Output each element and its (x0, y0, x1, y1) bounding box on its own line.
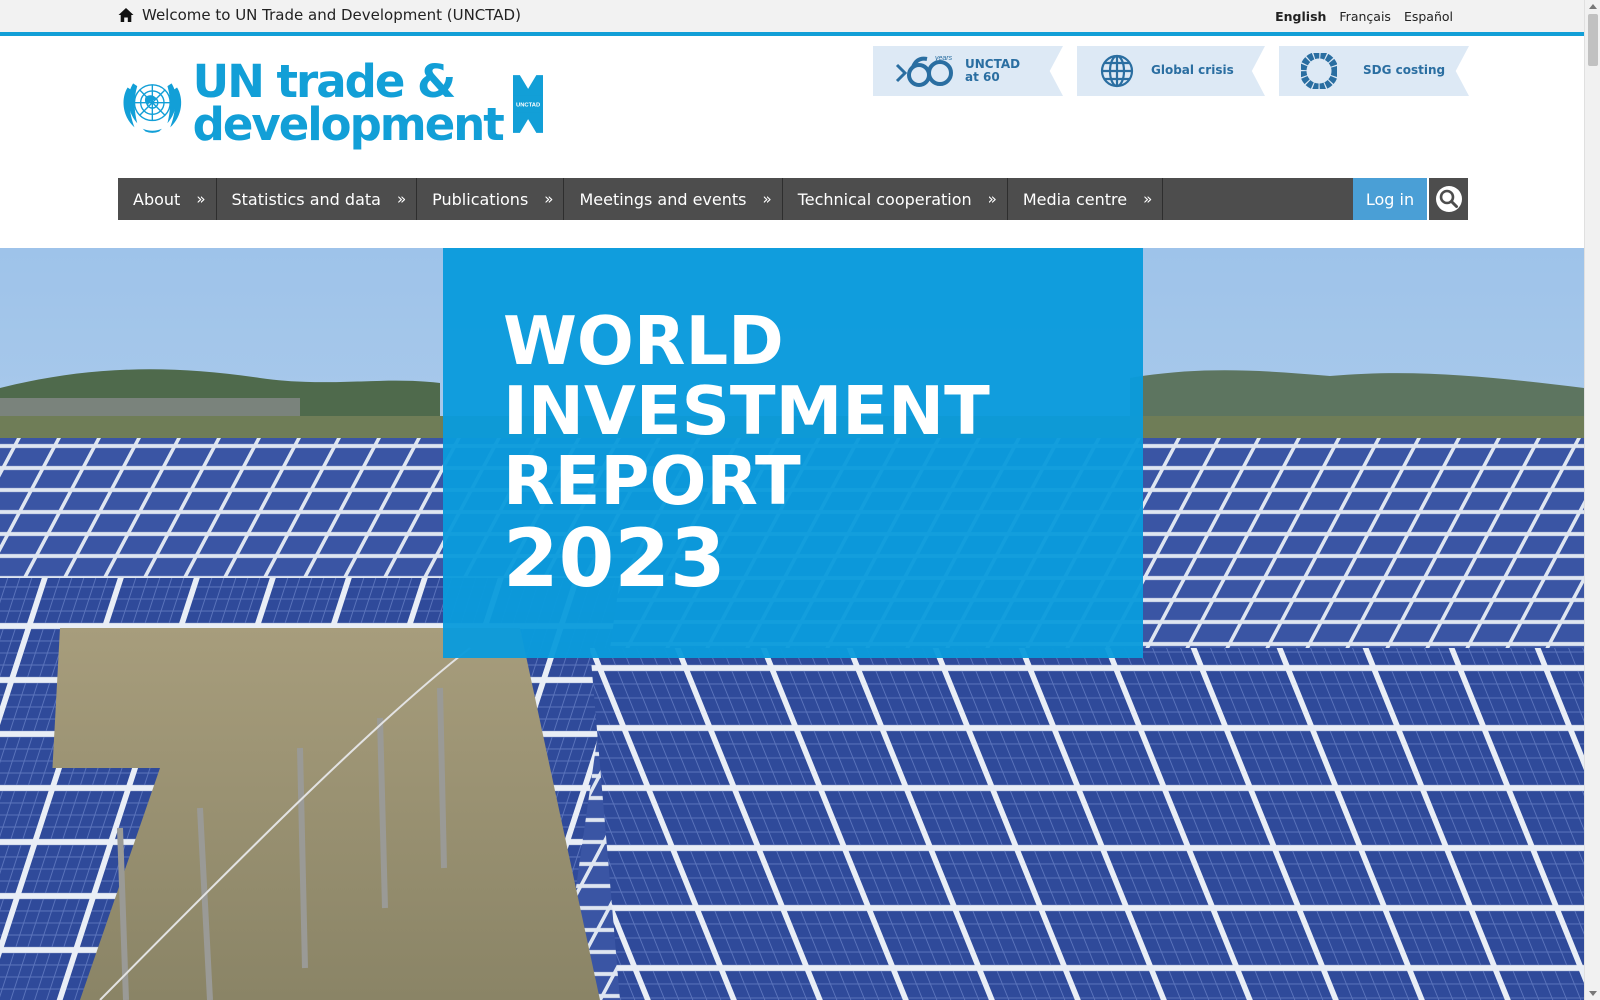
double-chevron-right-icon: » (196, 190, 206, 208)
nav-meetings-and-events[interactable]: Meetings and events » (564, 178, 783, 220)
search-button[interactable] (1427, 178, 1468, 220)
welcome-text: Welcome to UN Trade and Development (UNC… (142, 6, 521, 24)
unctad-badge-icon: UNCTAD (512, 75, 543, 133)
nav-media-centre[interactable]: Media centre » (1008, 178, 1164, 220)
logo-line-2: development (192, 98, 505, 151)
nav-label: Technical cooperation (797, 189, 972, 209)
promo-links: years UNCTAD at 60 Global crisis SDG cos… (873, 46, 1469, 96)
top-bar: Welcome to UN Trade and Development (UNC… (0, 0, 1584, 32)
nav-label: About (133, 189, 181, 209)
hero-banner[interactable]: WORLD INVESTMENT REPORT 2023 (0, 248, 1584, 1000)
double-chevron-right-icon: » (1143, 190, 1153, 208)
welcome-link[interactable]: Welcome to UN Trade and Development (UNC… (118, 6, 521, 24)
double-chevron-right-icon: » (396, 190, 407, 208)
language-switcher: English Français Español (1275, 9, 1453, 24)
nav-technical-cooperation[interactable]: Technical cooperation » (783, 178, 1008, 220)
promo-label: SDG costing (1363, 64, 1445, 77)
nav-statistics-and-data[interactable]: Statistics and data » (217, 178, 418, 220)
site-logo[interactable]: UN trade & development UNCTAD (118, 56, 543, 152)
promo-label-line-2: at 60 (965, 70, 1000, 84)
nav-label: Media centre (1022, 189, 1128, 209)
lang-french[interactable]: Français (1339, 9, 1391, 24)
scroll-down-arrow-icon[interactable] (1589, 991, 1597, 996)
hero-title-year: 2023 (503, 512, 726, 605)
sdg-wheel-icon (1301, 53, 1337, 89)
home-icon (118, 8, 134, 22)
double-chevron-right-icon: » (762, 190, 772, 208)
hero-title: WORLD INVESTMENT REPORT 2023 (503, 306, 990, 600)
years-label: years (934, 55, 953, 62)
hero-title-card: WORLD INVESTMENT REPORT 2023 (443, 248, 1143, 658)
promo-label: Global crisis (1151, 64, 1234, 77)
lang-english[interactable]: English (1275, 9, 1326, 24)
un-emblem-icon (123, 83, 182, 133)
promo-global-crisis[interactable]: Global crisis (1077, 46, 1265, 96)
unctad-60-years-icon: years (895, 55, 953, 87)
lang-spanish[interactable]: Español (1404, 9, 1453, 24)
scroll-thumb[interactable] (1588, 14, 1598, 66)
nav-label: Publications (432, 189, 529, 209)
promo-label-line-1: Global crisis (1151, 63, 1234, 78)
nav-about[interactable]: About » (118, 178, 217, 220)
promo-unctad-at-60[interactable]: years UNCTAD at 60 (873, 46, 1063, 96)
scroll-up-arrow-icon[interactable] (1589, 4, 1597, 9)
hero-title-line-2: INVESTMENT (503, 372, 990, 450)
hero-title-line-1: WORLD (503, 302, 784, 380)
globe-icon (1100, 54, 1134, 88)
page-scrollbar[interactable] (1584, 0, 1600, 1000)
unctad-badge-text: UNCTAD (516, 103, 540, 109)
logo-wordmark: UN trade & development (192, 59, 505, 151)
promo-label: UNCTAD at 60 (965, 57, 1020, 84)
hero-title-line-3: REPORT (503, 442, 801, 520)
double-chevron-right-icon: » (987, 190, 997, 208)
search-icon (1435, 186, 1462, 212)
promo-label-line-1: SDG costing (1363, 63, 1446, 78)
main-navigation: About » Statistics and data » Publications… (118, 178, 1468, 220)
nav-label: Statistics and data (231, 189, 381, 209)
double-chevron-right-icon: » (544, 190, 554, 208)
header-divider (0, 32, 1584, 36)
promo-sdg-costing[interactable]: SDG costing (1279, 46, 1469, 96)
login-button[interactable]: Log in (1353, 178, 1427, 220)
nav-label: Meetings and events (579, 189, 747, 209)
nav-publications[interactable]: Publications » (417, 178, 565, 220)
